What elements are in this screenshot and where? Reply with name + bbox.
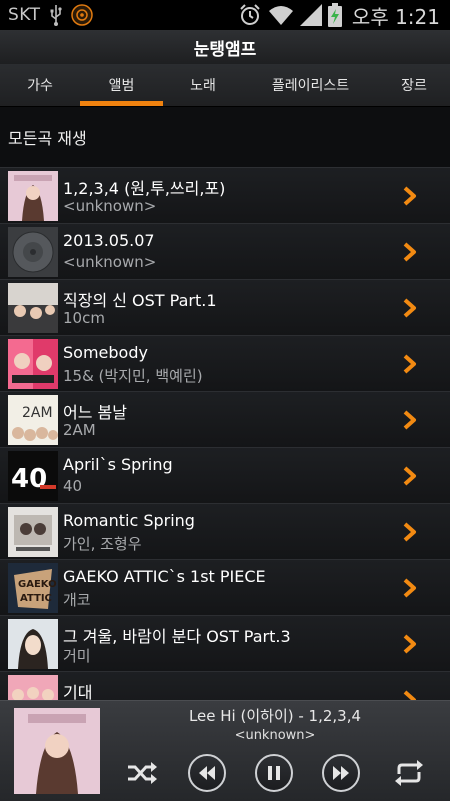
album-artist: <unknown> <box>63 253 157 271</box>
tab-playlists[interactable]: 플레이리스트 <box>243 64 378 106</box>
pause-icon <box>268 766 280 780</box>
album-art <box>8 675 58 700</box>
album-artist: 15& (박지민, 백예린) <box>63 367 203 385</box>
album-title: 직장의 신 OST Part.1 <box>63 291 217 310</box>
album-row[interactable]: Somebody 15& (박지민, 백예린) <box>0 336 450 392</box>
now-playing-bar: Lee Hi (이하이) - 1,2,3,4 <unknown> <box>0 700 450 801</box>
alarm-icon <box>240 4 260 25</box>
tab-label: 노래 <box>190 78 216 94</box>
chevron-right-icon <box>403 354 416 374</box>
svg-text:GAEKO: GAEKO <box>18 579 57 590</box>
album-row[interactable]: GAEKO ATTIC GAEKO ATTIC`s 1st PIECE 개코 <box>0 560 450 616</box>
album-row[interactable]: 1,2,3,4 (원,투,쓰리,포) <unknown> <box>0 168 450 224</box>
album-artist: 40 <box>63 477 83 495</box>
album-title: 2013.05.07 <box>63 231 155 250</box>
now-playing-album-art[interactable] <box>14 708 100 794</box>
album-title: Romantic Spring <box>63 511 195 530</box>
album-art: 40 <box>8 451 58 501</box>
album-row[interactable]: 40 April`s Spring 40 <box>0 448 450 504</box>
app-title: 눈탱앰프 <box>193 39 257 60</box>
chevron-right-icon <box>403 242 416 262</box>
svg-text:2AM: 2AM <box>22 405 53 421</box>
album-title: April`s Spring <box>63 455 173 474</box>
album-title: 기대 <box>63 683 93 700</box>
play-all-button[interactable]: 모든곡 재생 <box>0 107 450 168</box>
tab-albums[interactable]: 앨범 <box>80 64 163 106</box>
album-artist: 10cm <box>63 309 105 327</box>
usb-icon <box>50 5 62 26</box>
tab-label: 플레이리스트 <box>271 78 350 94</box>
album-row[interactable]: 2013.05.07 <unknown> <box>0 224 450 280</box>
album-row[interactable]: 그 겨울, 바람이 분다 OST Part.3 거미 <box>0 616 450 672</box>
album-row[interactable]: 기대 <box>0 672 450 700</box>
now-playing-artist: <unknown> <box>234 728 316 743</box>
album-art <box>8 339 58 389</box>
signal-icon <box>299 4 322 26</box>
chevron-right-icon <box>403 186 416 206</box>
album-art <box>8 171 58 221</box>
chevron-right-icon <box>403 522 416 542</box>
album-row[interactable]: 2AM 어느 봄날 2AM <box>0 392 450 448</box>
play-all-label: 모든곡 재생 <box>8 129 87 148</box>
album-artist: 가인, 조형우 <box>63 535 142 553</box>
repeat-icon[interactable] <box>390 754 428 792</box>
album-art <box>8 227 58 277</box>
now-playing-title: Lee Hi (이하이) - 1,2,3,4 <box>188 707 362 725</box>
pause-button[interactable] <box>255 754 293 792</box>
tab-songs[interactable]: 노래 <box>163 64 243 106</box>
album-art: 2AM <box>8 395 58 445</box>
album-artist: 개코 <box>63 591 91 609</box>
album-art: GAEKO ATTIC <box>8 563 58 613</box>
fast-forward-icon <box>333 766 349 780</box>
battery-icon <box>327 3 342 27</box>
chevron-right-icon <box>403 298 416 318</box>
carrier-label: SKT <box>8 5 41 25</box>
album-art <box>8 619 58 669</box>
tab-genres[interactable]: 장르 <box>378 64 450 106</box>
svg-text:40: 40 <box>11 464 47 494</box>
album-title: 1,2,3,4 (원,투,쓰리,포) <box>63 179 226 198</box>
album-art <box>8 283 58 333</box>
album-title: 어느 봄날 <box>63 403 127 422</box>
app-title-bar: 눈탱앰프 <box>0 30 450 64</box>
chevron-right-icon <box>403 466 416 486</box>
album-list[interactable]: 1,2,3,4 (원,투,쓰리,포) <unknown> 2013.05.07 … <box>0 168 450 700</box>
album-artist: 거미 <box>63 647 91 665</box>
tab-label: 앨범 <box>108 78 135 94</box>
album-title: 그 겨울, 바람이 분다 OST Part.3 <box>63 627 291 646</box>
rewind-icon <box>199 766 215 780</box>
clock: 오후 1:21 <box>351 4 440 29</box>
tab-label: 장르 <box>401 78 427 94</box>
status-bar: SKT 오후 1:21 <box>0 0 450 30</box>
album-title: GAEKO ATTIC`s 1st PIECE <box>63 567 266 586</box>
rewind-button[interactable] <box>188 754 226 792</box>
album-artist: 2AM <box>63 421 96 439</box>
album-title: Somebody <box>63 343 148 362</box>
tab-artists[interactable]: 가수 <box>0 64 80 106</box>
svg-text:ATTIC: ATTIC <box>20 593 52 604</box>
chevron-right-icon <box>403 634 416 654</box>
chevron-right-icon <box>403 410 416 430</box>
tab-label: 가수 <box>27 78 53 94</box>
tab-bar: 가수 앨범 노래 플레이리스트 장르 <box>0 64 450 107</box>
tab-selected-indicator <box>80 101 163 106</box>
wifi-icon <box>268 6 293 25</box>
chevron-right-icon <box>403 578 416 598</box>
album-row[interactable]: 직장의 신 OST Part.1 10cm <box>0 280 450 336</box>
album-artist: <unknown> <box>63 197 157 215</box>
shuffle-icon[interactable] <box>122 754 160 792</box>
chevron-right-icon <box>403 690 416 700</box>
album-row[interactable]: Romantic Spring 가인, 조형우 <box>0 504 450 560</box>
fast-forward-button[interactable] <box>322 754 360 792</box>
album-art <box>8 507 58 557</box>
media-icon <box>70 4 93 26</box>
